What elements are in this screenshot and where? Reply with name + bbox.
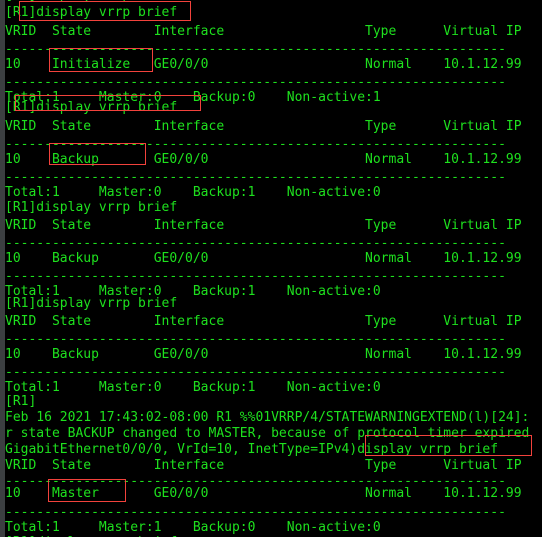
terminal-screen[interactable]: [R1]display vrrp brief [R1]display vrrp b… xyxy=(5,0,542,537)
terminal-line: Total:1 Master:0 Backup:1 Non-active:0 xyxy=(5,380,381,395)
terminal-line: VRID State Interface Type Virtual IP xyxy=(5,218,522,233)
terminal-line: VRID State Interface Type Virtual IP xyxy=(5,119,522,134)
terminal-window[interactable]: [R1]display vrrp brief [R1]display vrrp b… xyxy=(0,0,542,537)
terminal-line: [R1]display vrrp brief xyxy=(5,200,178,215)
terminal-line: 10 Backup GE0/0/0 Normal 10.1.12.99 xyxy=(5,347,522,362)
terminal-line: [R1]display vrrp brief xyxy=(5,296,178,311)
terminal-line: VRID State Interface Type Virtual IP xyxy=(5,24,522,39)
terminal-line: 10 Master GE0/0/0 Normal 10.1.12.99 xyxy=(5,486,522,501)
terminal-line: [R1]display vrrp brief xyxy=(5,533,177,537)
terminal-line: [R1]display vrrp brief xyxy=(5,5,178,20)
terminal-line: [R1]display vrrp brief xyxy=(5,100,178,115)
terminal-line: 10 Backup GE0/0/0 Normal 10.1.12.99 xyxy=(5,251,522,266)
terminal-line: 10 Backup GE0/0/0 Normal 10.1.12.99 xyxy=(5,152,522,167)
terminal-scrollbar-gutter[interactable] xyxy=(0,0,5,537)
terminal-line: 10 Initialize GE0/0/0 Normal 10.1.12.99 xyxy=(5,57,522,72)
terminal-line: VRID State Interface Type Virtual IP xyxy=(5,314,522,329)
